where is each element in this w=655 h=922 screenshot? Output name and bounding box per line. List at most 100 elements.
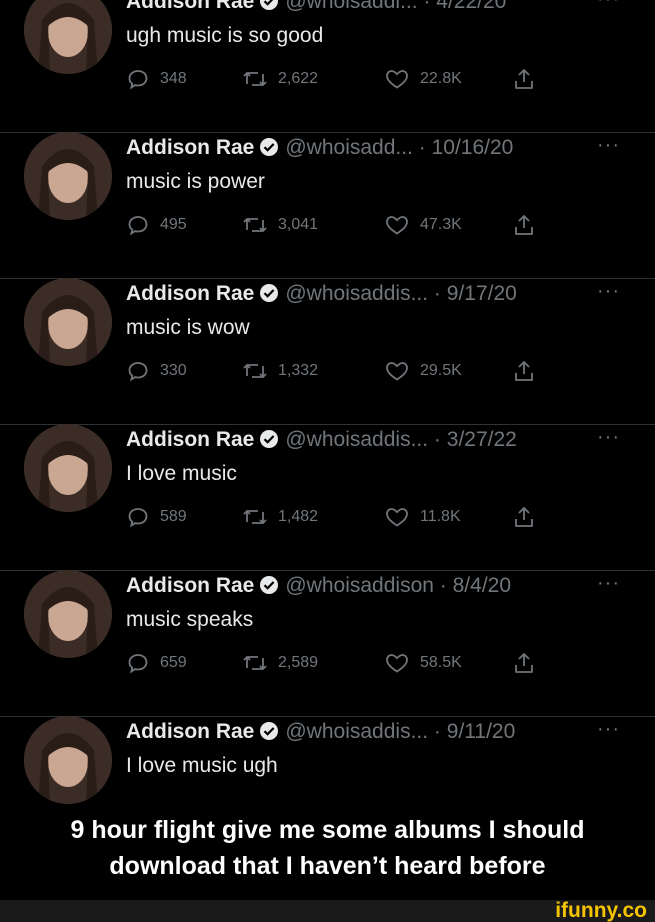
reply-icon: [126, 505, 150, 529]
like-count: 47.3K: [420, 216, 462, 233]
caption-line-1: 9 hour flight give me some albums I shou…: [70, 816, 585, 844]
heart-icon: [384, 67, 410, 91]
display-name[interactable]: Addison Rae: [126, 282, 254, 305]
retweet-button[interactable]: 2,622: [242, 66, 318, 92]
handle[interactable]: @whoisaddis...: [285, 428, 428, 451]
more-options-icon[interactable]: ···: [597, 426, 620, 449]
like-button[interactable]: 47.3K: [384, 212, 462, 238]
retweet-button[interactable]: 1,332: [242, 358, 318, 384]
like-count: 58.5K: [420, 654, 462, 671]
retweet-button[interactable]: 3,041: [242, 212, 318, 238]
avatar[interactable]: [24, 278, 112, 366]
tweet-date[interactable]: 8/4/20: [453, 574, 511, 597]
avatar[interactable]: [24, 570, 112, 658]
like-count: 29.5K: [420, 362, 462, 379]
tweet[interactable]: Addison Rae @whoisaddis... · 9/17/20 ··· …: [0, 278, 655, 425]
reply-button[interactable]: 348: [126, 66, 187, 92]
tweet-date[interactable]: 4/22/20: [436, 0, 506, 13]
retweet-count: 1,482: [278, 508, 319, 525]
like-button[interactable]: 29.5K: [384, 358, 462, 384]
tweet-text: ugh music is so good: [126, 24, 324, 47]
handle[interactable]: @whoisadd...: [285, 136, 413, 159]
reply-button[interactable]: 659: [126, 650, 187, 676]
retweet-icon: [242, 505, 268, 529]
tweet[interactable]: Addison Rae @whoisaddi... · 4/22/20 ··· u…: [0, 0, 655, 133]
tweet-text: I love music: [126, 462, 237, 485]
handle[interactable]: @whoisaddi...: [285, 0, 417, 13]
tweet-actions: 495 3,041 47.3K: [126, 212, 556, 238]
like-button[interactable]: 11.8K: [384, 504, 461, 530]
more-options-icon[interactable]: ···: [597, 280, 620, 303]
caption-line-2: download that I haven’t heard before: [109, 852, 546, 880]
tweet[interactable]: Addison Rae @whoisaddison · 8/4/20 ··· mu…: [0, 570, 655, 717]
like-count: 22.8K: [420, 70, 462, 87]
tweet[interactable]: Addison Rae @whoisaddis... · 3/27/22 ··· …: [0, 424, 655, 571]
tweet-header: Addison Rae @whoisadd... · 10/16/20: [126, 136, 626, 166]
tweet-date[interactable]: 3/27/22: [447, 428, 517, 451]
meme-caption: 9 hour flight give me some albums I shou…: [0, 812, 655, 884]
tweet-actions: 330 1,332 29.5K: [126, 358, 556, 384]
reply-button[interactable]: 495: [126, 212, 187, 238]
tweet-text: I love music ugh: [126, 754, 278, 777]
retweet-count: 2,622: [278, 70, 319, 87]
handle[interactable]: @whoisaddis...: [285, 720, 428, 743]
verified-badge-icon: [259, 575, 279, 601]
verified-badge-icon: [259, 429, 279, 455]
reply-count: 348: [160, 70, 187, 87]
verified-badge-icon: [259, 0, 279, 17]
tweet-date[interactable]: 9/11/20: [447, 720, 516, 743]
date-separator: ·: [439, 574, 447, 597]
reply-button[interactable]: 330: [126, 358, 187, 384]
display-name[interactable]: Addison Rae: [126, 428, 254, 451]
tweet-header: Addison Rae @whoisaddis... · 3/27/22: [126, 428, 626, 458]
tweet[interactable]: Addison Rae @whoisadd... · 10/16/20 ··· m…: [0, 132, 655, 279]
reply-icon: [126, 67, 150, 91]
reply-count: 659: [160, 654, 187, 671]
tweet-date[interactable]: 10/16/20: [432, 136, 514, 159]
heart-icon: [384, 359, 410, 383]
retweet-button[interactable]: 2,589: [242, 650, 318, 676]
verified-badge-icon: [259, 721, 279, 747]
tweet-text: music speaks: [126, 608, 254, 631]
avatar[interactable]: [24, 424, 112, 512]
share-button[interactable]: [512, 66, 536, 92]
heart-icon: [384, 651, 410, 675]
avatar[interactable]: [24, 716, 112, 804]
retweet-count: 1,332: [278, 362, 319, 379]
share-button[interactable]: [512, 212, 536, 238]
watermark-bar: ifunny.co: [0, 900, 655, 922]
tweet-date[interactable]: 9/17/20: [447, 282, 517, 305]
more-options-icon[interactable]: ···: [597, 0, 620, 11]
like-button[interactable]: 58.5K: [384, 650, 462, 676]
tweet-text: music is wow: [126, 316, 250, 339]
retweet-icon: [242, 651, 268, 675]
display-name[interactable]: Addison Rae: [126, 136, 254, 159]
avatar[interactable]: [24, 132, 112, 220]
share-icon: [512, 359, 536, 383]
retweet-button[interactable]: 1,482: [242, 504, 318, 530]
avatar[interactable]: [24, 0, 112, 74]
display-name[interactable]: Addison Rae: [126, 720, 254, 743]
verified-badge-icon: [259, 283, 279, 309]
handle[interactable]: @whoisaddis...: [285, 282, 428, 305]
more-options-icon[interactable]: ···: [597, 572, 620, 595]
retweet-icon: [242, 359, 268, 383]
share-button[interactable]: [512, 504, 536, 530]
display-name[interactable]: Addison Rae: [126, 574, 254, 597]
share-button[interactable]: [512, 358, 536, 384]
reply-icon: [126, 359, 150, 383]
reply-count: 495: [160, 216, 187, 233]
tweet-actions: 348 2,622 22.8K: [126, 66, 556, 92]
retweet-icon: [242, 67, 268, 91]
share-button[interactable]: [512, 650, 536, 676]
heart-icon: [384, 505, 410, 529]
display-name[interactable]: Addison Rae: [126, 0, 254, 13]
share-icon: [512, 651, 536, 675]
like-button[interactable]: 22.8K: [384, 66, 462, 92]
more-options-icon[interactable]: ···: [597, 134, 620, 157]
more-options-icon[interactable]: ···: [597, 718, 620, 741]
handle[interactable]: @whoisaddison: [285, 574, 434, 597]
reply-button[interactable]: 589: [126, 504, 187, 530]
tweet[interactable]: Addison Rae @whoisaddis... · 9/11/20 ··· …: [0, 716, 655, 810]
date-separator: ·: [423, 0, 431, 13]
